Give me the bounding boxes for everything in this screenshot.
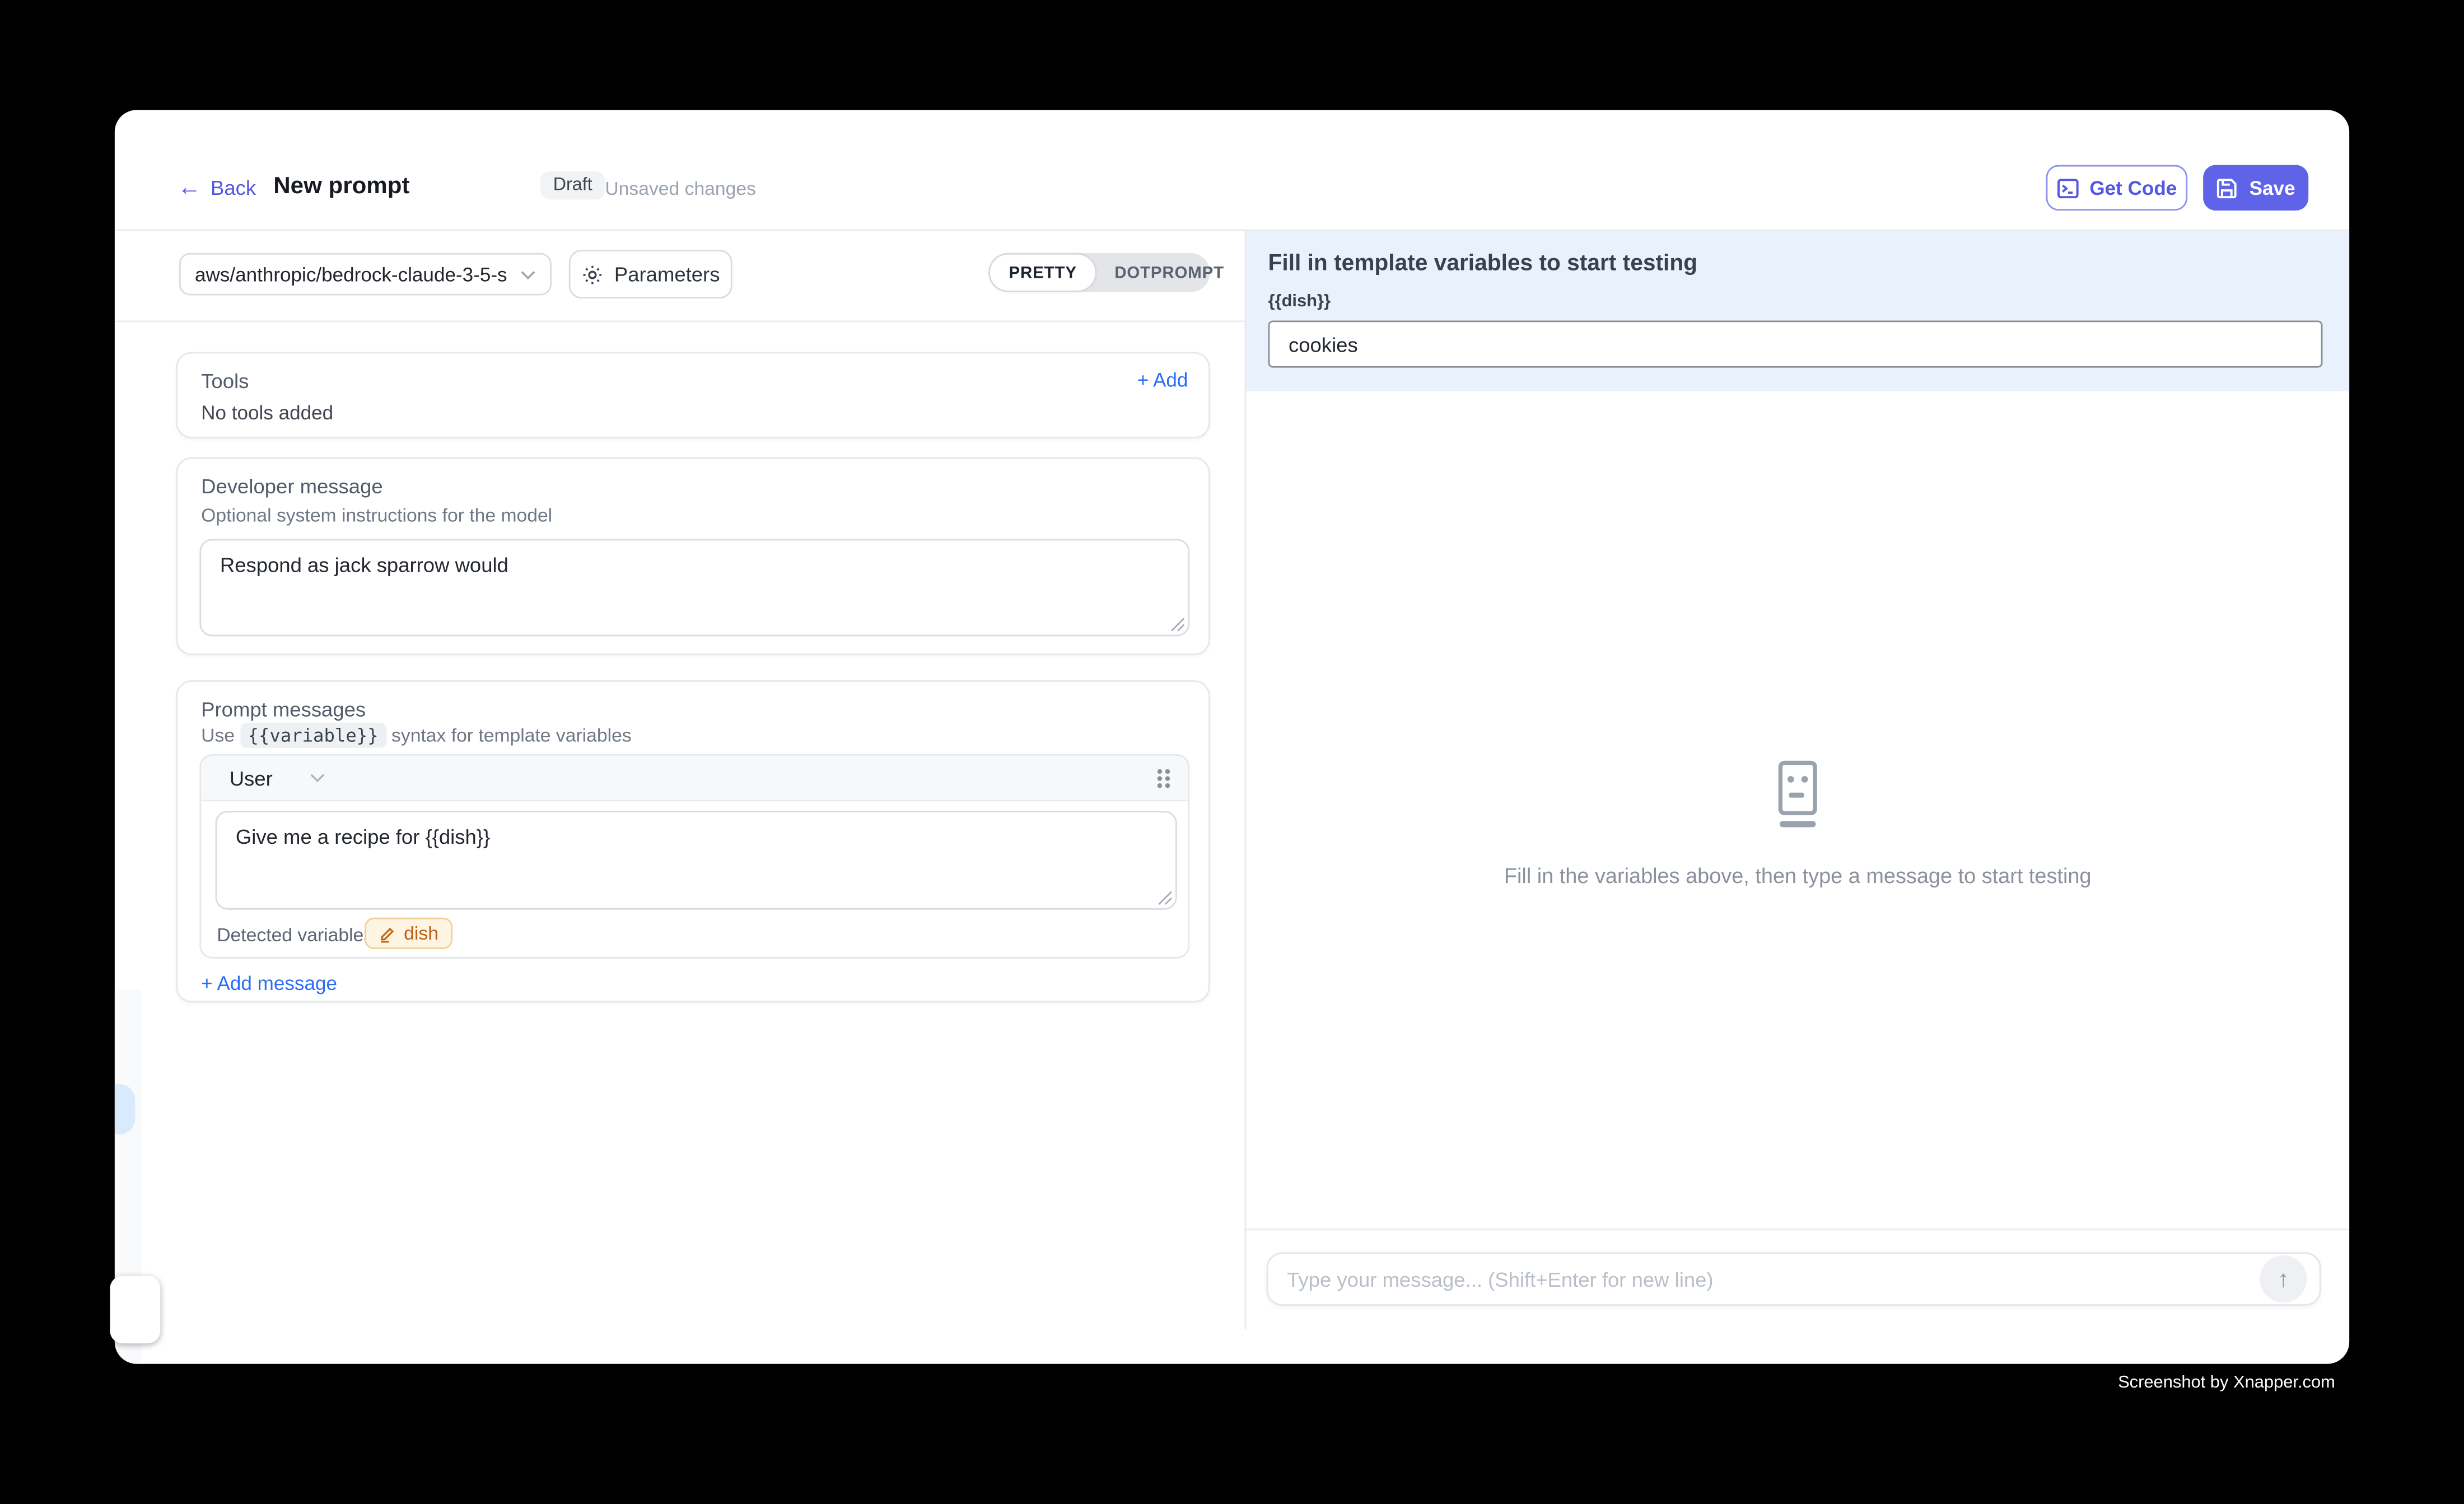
get-code-button[interactable]: Get Code [2046,165,2188,211]
model-selector-value: aws/anthropic/bedrock-claude-3-5-s... [195,263,507,285]
back-label: Back [211,176,256,199]
variable-syntax-code: {{variable}} [240,723,386,748]
user-message-textarea[interactable]: Give me a recipe for {{dish}} [215,811,1177,910]
variable-chip-dish[interactable]: dish [365,918,452,949]
tools-empty-text: No tools added [201,402,333,424]
prompt-messages-title: Prompt messages [201,698,366,721]
tools-card: Tools + Add No tools added [176,352,1210,438]
save-button[interactable]: Save [2203,165,2308,211]
developer-message-textarea[interactable]: Respond as jack sparrow would [199,539,1189,636]
gear-icon [581,263,603,285]
chat-input-bar: ↑ [1267,1252,2321,1305]
subtitle-suffix: syntax for template variables [386,725,632,746]
tab-pretty[interactable]: PRETTY [990,255,1096,291]
send-arrow-icon: ↑ [2278,1265,2289,1292]
terminal-icon [2056,177,2078,199]
floating-card [110,1276,160,1344]
message-block: User Give me a recipe for { [199,754,1189,959]
watermark-text: Screenshot by Xnapper.com [2118,1374,2335,1393]
unsaved-changes-text: Unsaved changes [605,178,756,199]
chat-message-input[interactable] [1268,1267,2260,1291]
chevron-down-icon [310,773,326,783]
tools-title: Tools [201,369,249,393]
chat-input-divider [1244,1229,2349,1230]
chevron-down-icon [520,269,536,279]
parameters-button[interactable]: Parameters [569,250,732,298]
back-arrow-icon: ← [178,178,201,198]
model-selector[interactable]: aws/anthropic/bedrock-claude-3-5-s... [179,253,552,296]
prompt-messages-subtitle: Use {{variable}} syntax for template var… [201,725,631,746]
bot-face-icon [1777,760,1818,829]
subtitle-prefix: Use [201,725,240,746]
tab-dotprompt[interactable]: DOTPROMPT [1096,255,1243,291]
developer-message-card: Developer message Optional system instru… [176,457,1210,656]
add-message-button[interactable]: + Add message [201,973,337,994]
developer-message-subtitle: Optional system instructions for the mod… [201,505,552,526]
role-selector-value: User [230,766,273,790]
variable-chip-label: dish [404,922,438,944]
developer-message-title: Developer message [201,474,382,498]
send-button[interactable]: ↑ [2260,1255,2307,1302]
save-label: Save [2250,177,2295,199]
chat-empty-state: Fill in the variables above, then type a… [1246,760,2349,888]
status-badge: Draft [540,171,605,200]
variable-name-label: {{dish}} [1268,292,1331,311]
message-header-row: User [201,756,1188,801]
template-variables-title: Fill in template variables to start test… [1268,251,1698,277]
sidebar-highlight [115,1084,135,1134]
add-tool-button[interactable]: + Add [1137,369,1188,391]
prompt-messages-card: Prompt messages Use {{variable}} syntax … [176,680,1210,1002]
role-selector[interactable]: User [217,766,326,790]
get-code-label: Get Code [2089,177,2177,199]
template-variables-panel: Fill in template variables to start test… [1246,231,2349,391]
view-mode-toggle: PRETTY DOTPROMPT [988,253,1210,292]
parameters-label: Parameters [614,263,720,286]
back-button[interactable]: ← Back [178,176,256,199]
app-window: ← Back New prompt Draft Unsaved changes … [115,110,2349,1363]
pencil-icon [379,924,396,942]
screenshot-stage: ← Back New prompt Draft Unsaved changes … [0,0,2464,1503]
variable-value-input[interactable] [1268,320,2323,367]
toolbar-divider [115,320,1245,322]
page-title: New prompt [273,173,409,200]
chat-empty-text: Fill in the variables above, then type a… [1246,864,2349,888]
save-icon [2216,177,2238,199]
detected-variables-label: Detected variables: [217,924,378,946]
drag-handle-icon[interactable] [1155,766,1172,790]
